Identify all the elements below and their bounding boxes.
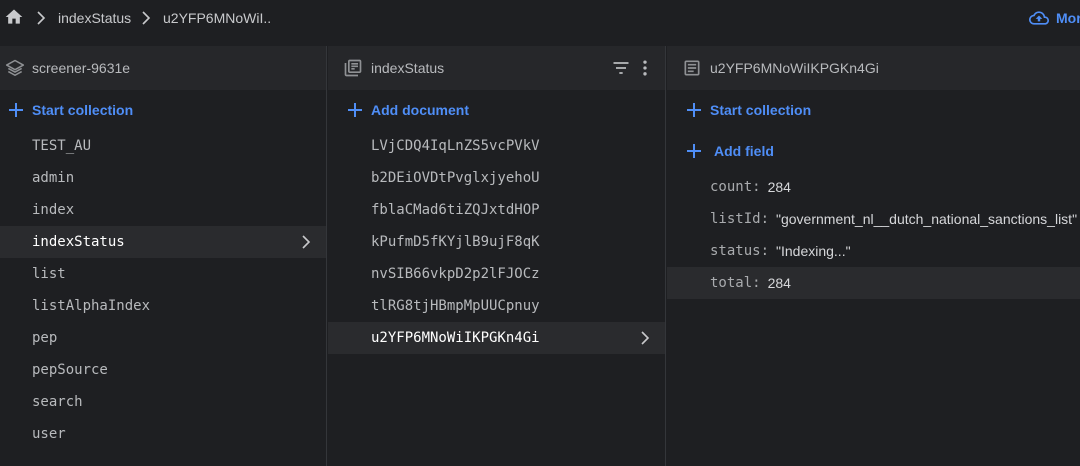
document-item[interactable]: LVjCDQ4IqLnZS5vcPVkV <box>328 130 665 162</box>
breadcrumb: indexStatus u2YFP6MNoWiI.. Mor <box>0 0 1080 38</box>
document-item[interactable]: tlRG8tjHBmpMpUUCpnuy <box>328 290 665 322</box>
project-title: screener-9631e <box>32 60 131 76</box>
collection-panel: indexStatus Add document LVjCDQ4IqLnZS5v… <box>328 46 665 466</box>
collection-item-label: listAlphaIndex <box>32 298 151 314</box>
more-vert-icon[interactable] <box>635 58 655 78</box>
document-item[interactable]: fblaCMad6tiZQJxtdHOP <box>328 194 665 226</box>
document-item-label: nvSIB66vkpD2p2lFJOCz <box>371 266 540 282</box>
document-item[interactable]: nvSIB66vkpD2p2lFJOCz <box>328 258 665 290</box>
field-row[interactable]: count: 284 <box>667 171 1080 203</box>
collection-item[interactable]: listAlphaIndex <box>0 290 326 322</box>
root-panel-header: screener-9631e <box>0 46 326 90</box>
add-field-label: Add field <box>714 143 774 159</box>
plus-icon <box>348 103 362 117</box>
collection-item-label: pepSource <box>32 362 108 378</box>
document-item-label: fblaCMad6tiZQJxtdHOP <box>371 202 540 218</box>
collection-icon <box>344 59 362 77</box>
more-in-cloud-button[interactable]: Mor <box>1029 8 1080 28</box>
collection-item[interactable]: pepSource <box>0 354 326 386</box>
collection-item[interactable]: pep <box>0 322 326 354</box>
collection-item[interactable]: TEST_AU <box>0 130 326 162</box>
field-key: status: <box>710 243 770 259</box>
document-panel: u2YFP6MNoWiIKPGKn4Gi Start collection Ad… <box>667 46 1080 466</box>
document-panel-header: u2YFP6MNoWiIKPGKn4Gi <box>667 46 1080 90</box>
panel-divider <box>326 46 327 466</box>
document-title: u2YFP6MNoWiIKPGKn4Gi <box>710 60 879 76</box>
chevron-right-icon <box>37 11 46 25</box>
field-key: total: <box>710 275 761 291</box>
document-item[interactable]: b2DEiOVDtPvglxjyehoU <box>328 162 665 194</box>
document-item-label: tlRG8tjHBmpMpUUCpnuy <box>371 298 540 314</box>
field-value: 284 <box>767 179 791 195</box>
document-icon <box>684 60 700 76</box>
add-document-button[interactable]: Add document <box>347 102 469 118</box>
field-value: 284 <box>767 275 791 291</box>
cloud-icon <box>1029 11 1049 25</box>
collection-panel-header: indexStatus <box>328 46 665 90</box>
field-row[interactable]: total: 284 <box>667 267 1080 299</box>
plus-icon <box>687 144 701 158</box>
field-value: "Indexing..." <box>776 243 851 259</box>
field-key: count: <box>710 179 761 195</box>
chevron-right-icon <box>302 235 311 249</box>
collection-item[interactable]: admin <box>0 162 326 194</box>
collection-item[interactable]: list <box>0 258 326 290</box>
field-row[interactable]: listId: "government_nl__dutch_national_sa… <box>667 203 1080 235</box>
chevron-right-icon <box>142 11 151 25</box>
root-panel: screener-9631e Start collection TEST_AUa… <box>0 46 326 466</box>
panel-divider <box>665 46 666 466</box>
plus-icon <box>687 103 701 117</box>
add-document-label: Add document <box>371 102 469 118</box>
collection-item[interactable]: indexStatus <box>0 226 326 258</box>
collection-item-label: search <box>32 394 83 410</box>
collection-item-label: index <box>32 202 75 218</box>
start-collection-label: Start collection <box>32 102 134 118</box>
collection-item-label: user <box>32 426 66 442</box>
document-item[interactable]: kPufmD5fKYjlB9ujF8qK <box>328 226 665 258</box>
field-key: listId: <box>710 211 770 227</box>
breadcrumb-collection[interactable]: indexStatus <box>58 10 131 26</box>
start-subcollection-label: Start collection <box>710 102 812 118</box>
plus-icon <box>9 103 23 117</box>
breadcrumb-document[interactable]: u2YFP6MNoWiI.. <box>163 10 271 26</box>
chevron-right-icon <box>641 331 650 345</box>
collection-item[interactable]: index <box>0 194 326 226</box>
document-item[interactable]: u2YFP6MNoWiIKPGKn4Gi <box>328 322 665 354</box>
collection-item-label: admin <box>32 170 75 186</box>
document-item-label: LVjCDQ4IqLnZS5vcPVkV <box>371 138 540 154</box>
collection-item-label: TEST_AU <box>32 138 92 154</box>
start-collection-button[interactable]: Start collection <box>8 102 133 118</box>
collection-item-label: list <box>32 266 66 282</box>
start-subcollection-button[interactable]: Start collection <box>686 102 811 118</box>
layers-icon <box>5 59 25 76</box>
add-field-button[interactable]: Add field <box>686 143 774 159</box>
home-icon[interactable] <box>4 7 24 27</box>
document-item-label: u2YFP6MNoWiIKPGKn4Gi <box>371 330 540 346</box>
collection-title: indexStatus <box>371 60 445 76</box>
document-item-label: b2DEiOVDtPvglxjyehoU <box>371 170 540 186</box>
filter-icon[interactable] <box>611 58 631 78</box>
collection-item[interactable]: user <box>0 418 326 450</box>
field-row[interactable]: status: "Indexing..." <box>667 235 1080 267</box>
field-value: "government_nl__dutch_national_sanctions… <box>776 211 1078 227</box>
collection-item[interactable]: search <box>0 386 326 418</box>
collection-item-label: indexStatus <box>32 234 125 250</box>
collection-item-label: pep <box>32 330 58 346</box>
more-label: Mor <box>1056 10 1080 26</box>
document-item-label: kPufmD5fKYjlB9ujF8qK <box>371 234 540 250</box>
